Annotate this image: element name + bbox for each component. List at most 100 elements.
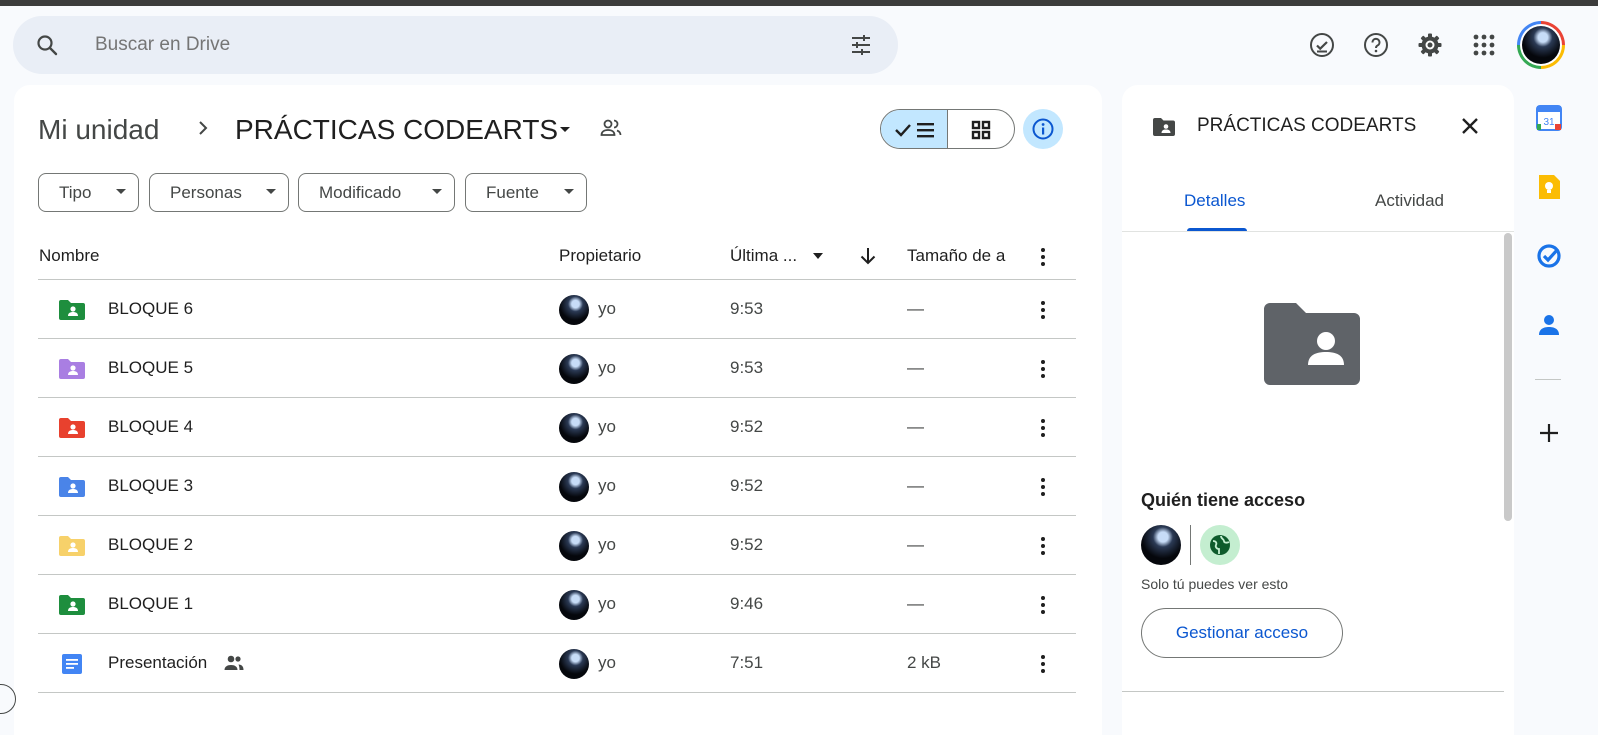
owner-avatar	[559, 531, 589, 561]
tab-details[interactable]: Detalles	[1184, 191, 1245, 211]
search-icon[interactable]	[35, 33, 59, 57]
contacts-icon[interactable]	[1535, 311, 1563, 339]
globe-icon	[1210, 535, 1230, 555]
tasks-icon[interactable]	[1535, 242, 1563, 270]
manage-access-button[interactable]: Gestionar acceso	[1141, 608, 1343, 658]
details-toggle-button[interactable]	[1023, 109, 1063, 149]
more-vert-icon	[1041, 478, 1045, 496]
file-size: 2 kB	[907, 653, 942, 672]
section-divider	[1122, 691, 1504, 692]
modified-time: 9:46	[730, 594, 764, 613]
file-name[interactable]: BLOQUE 6	[108, 299, 193, 319]
shared-folder-icon	[59, 359, 85, 379]
column-options-icon[interactable]	[1031, 245, 1055, 269]
table-row[interactable]: BLOQUE 2 yo 9:52 —	[38, 516, 1076, 575]
file-name[interactable]: BLOQUE 1	[108, 594, 193, 614]
list-view-button[interactable]	[881, 110, 948, 148]
account-avatar[interactable]	[1517, 21, 1565, 69]
modified-time: 9:52	[730, 476, 764, 495]
table-row[interactable]: BLOQUE 6 yo 9:53 —	[38, 280, 1076, 339]
more-vert-icon	[1041, 360, 1045, 378]
owner-avatar	[559, 413, 589, 443]
shared-people-icon	[224, 655, 244, 670]
owner-access-avatar[interactable]	[1141, 525, 1181, 565]
owner-name: yo	[598, 535, 616, 554]
caret-down-icon[interactable]	[812, 250, 824, 262]
access-heading: Quién tiene acceso	[1141, 490, 1306, 510]
filter-people-chip[interactable]: Personas	[149, 173, 289, 212]
help-icon[interactable]	[1363, 32, 1389, 58]
breadcrumb-root[interactable]: Mi unidad	[38, 113, 159, 147]
chevron-down-icon	[266, 189, 276, 194]
view-toggle[interactable]	[880, 109, 1015, 149]
shared-folder-icon	[59, 536, 85, 556]
more-actions-button[interactable]	[1031, 475, 1055, 499]
shared-folder-icon	[59, 418, 85, 438]
info-icon	[1032, 118, 1054, 140]
more-actions-button[interactable]	[1031, 298, 1055, 322]
sort-arrow-down-icon[interactable]	[857, 245, 879, 267]
settings-icon[interactable]	[1417, 32, 1443, 58]
column-modified-header[interactable]: Última ...	[730, 246, 797, 266]
grid-icon	[971, 120, 990, 140]
file-name[interactable]: BLOQUE 2	[108, 535, 193, 555]
chevron-down-icon	[432, 189, 442, 194]
shared-folder-icon	[59, 477, 85, 497]
file-name[interactable]: BLOQUE 4	[108, 417, 193, 437]
table-row[interactable]: Presentación yo 7:51 2 kB	[38, 634, 1076, 693]
apps-icon[interactable]	[1471, 32, 1497, 58]
more-actions-button[interactable]	[1031, 416, 1055, 440]
file-size: —	[907, 476, 924, 495]
filter-modified-chip[interactable]: Modificado	[298, 173, 455, 212]
table-row[interactable]: BLOQUE 4 yo 9:52 —	[38, 398, 1076, 457]
shared-folder-icon	[59, 595, 85, 615]
close-icon[interactable]	[1457, 113, 1483, 139]
file-name[interactable]: Presentación	[108, 653, 207, 673]
owner-name: yo	[598, 299, 616, 318]
chevron-down-icon	[564, 189, 574, 194]
grid-view-button[interactable]	[948, 110, 1015, 148]
column-owner-header[interactable]: Propietario	[559, 246, 641, 266]
calendar-icon[interactable]: 31	[1535, 104, 1563, 132]
owner-avatar	[559, 295, 589, 325]
panel-scrollbar[interactable]	[1504, 233, 1512, 521]
search-bar[interactable]	[13, 16, 898, 74]
breadcrumb-current[interactable]: PRÁCTICAS CODEARTS	[235, 113, 558, 147]
keep-icon[interactable]	[1535, 173, 1563, 201]
file-size: —	[907, 417, 924, 436]
filter-source-chip[interactable]: Fuente	[465, 173, 587, 212]
table-header: Nombre Propietario Última ... Tamaño de …	[38, 235, 1076, 280]
more-vert-icon	[1041, 537, 1045, 555]
file-name[interactable]: BLOQUE 3	[108, 476, 193, 496]
details-panel: PRÁCTICAS CODEARTS Detalles Actividad Qu…	[1122, 85, 1514, 735]
more-vert-icon	[1041, 301, 1045, 319]
table-row[interactable]: BLOQUE 3 yo 9:52 —	[38, 457, 1076, 516]
more-actions-button[interactable]	[1031, 652, 1055, 676]
tab-activity[interactable]: Actividad	[1375, 191, 1444, 211]
more-actions-button[interactable]	[1031, 593, 1055, 617]
link-access-badge[interactable]	[1200, 525, 1240, 565]
search-options-icon[interactable]	[849, 33, 873, 57]
owner-avatar	[559, 590, 589, 620]
search-input[interactable]	[95, 33, 795, 57]
offline-ready-icon[interactable]	[1309, 32, 1335, 58]
tab-divider	[1122, 231, 1514, 232]
browser-top-strip	[0, 0, 1598, 6]
add-icon[interactable]	[1535, 419, 1563, 447]
main-content: Mi unidad PRÁCTICAS CODEARTS Tipo Person…	[14, 85, 1102, 735]
table-row[interactable]: BLOQUE 5 yo 9:53 —	[38, 339, 1076, 398]
table-row[interactable]: BLOQUE 1 yo 9:46 —	[38, 575, 1076, 634]
modified-time: 9:52	[730, 535, 764, 554]
filter-type-chip[interactable]: Tipo	[38, 173, 139, 212]
column-size-header[interactable]: Tamaño de a	[907, 246, 1005, 266]
owner-name: yo	[598, 594, 616, 613]
modified-time: 9:53	[730, 299, 764, 318]
more-actions-button[interactable]	[1031, 357, 1055, 381]
file-name[interactable]: BLOQUE 5	[108, 358, 193, 378]
more-actions-button[interactable]	[1031, 534, 1055, 558]
filter-modified-label: Modificado	[319, 183, 402, 202]
filter-people-label: Personas	[170, 183, 242, 202]
filter-source-label: Fuente	[486, 183, 539, 202]
chevron-down-icon[interactable]	[554, 118, 576, 140]
column-name-header[interactable]: Nombre	[39, 246, 99, 266]
